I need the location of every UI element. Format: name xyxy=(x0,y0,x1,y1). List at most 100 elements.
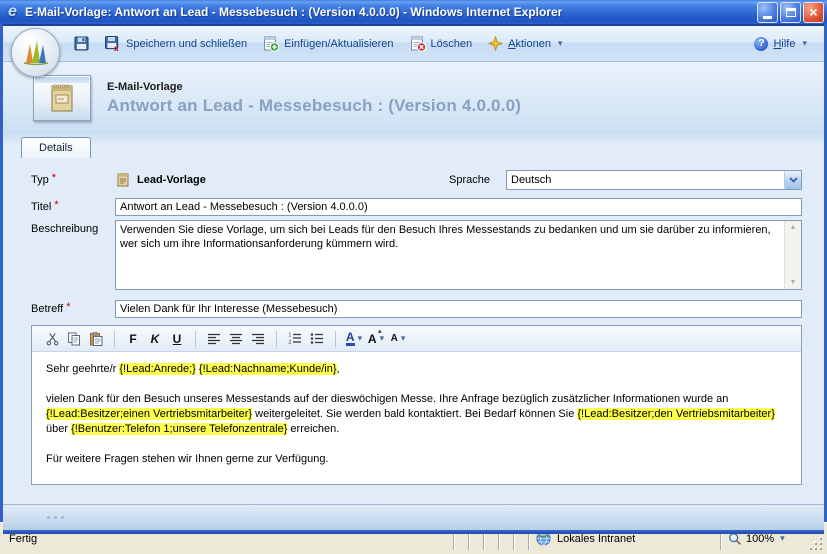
sprache-select[interactable]: Deutsch xyxy=(506,170,802,190)
email-body[interactable]: Sehr geehrte/r {!Lead:Anrede;} {!Lead:Na… xyxy=(32,352,801,484)
merge-field: {!Lead:Anrede;} xyxy=(119,363,195,375)
typ-label: Typ* xyxy=(31,174,115,186)
chevron-down-icon: ▾ xyxy=(358,333,363,344)
beschreibung-label: Beschreibung xyxy=(31,220,115,235)
betreff-row: Betreff* xyxy=(31,300,802,318)
save-and-close-button[interactable]: x Speichern und schließen xyxy=(100,33,252,54)
close-button[interactable]: × xyxy=(803,2,824,23)
window-controls: × xyxy=(757,2,824,23)
body-paragraph: vielen Dank für den Besuch unseres Messe… xyxy=(46,392,787,437)
betreff-label: Betreff* xyxy=(31,303,115,315)
betreff-input[interactable] xyxy=(115,300,802,318)
body-text: Sehr geehrte/r xyxy=(46,363,119,375)
record-title: Antwort an Lead - Messebesuch : (Version… xyxy=(107,96,521,116)
titel-label: Titel* xyxy=(31,201,115,213)
underline-button[interactable]: U xyxy=(167,329,187,349)
align-right-icon xyxy=(251,333,265,345)
sprache-dropdown-button[interactable] xyxy=(784,171,801,189)
insert-update-icon xyxy=(263,36,279,52)
copy-icon xyxy=(67,332,81,346)
align-left-button[interactable] xyxy=(204,329,224,349)
zone-label: Lokales Intranet xyxy=(557,533,635,545)
merge-field: {!Benutzer:Telefon 1;unsere Telefonzentr… xyxy=(71,423,287,435)
header-text: E-Mail-Vorlage Antwort an Lead - Messebe… xyxy=(107,81,521,116)
dynamics-logo-icon xyxy=(19,36,53,70)
cut-button[interactable] xyxy=(42,329,62,349)
entity-type-label: E-Mail-Vorlage xyxy=(107,81,521,93)
body-text: Für weitere Fragen stehen wir Ihnen gern… xyxy=(46,453,329,465)
email-body-editor: F K U xyxy=(31,325,802,485)
toolbar-separator xyxy=(195,331,196,347)
crm-logo xyxy=(11,28,60,77)
toolbar-separator xyxy=(114,331,115,347)
window-frame: x Speichern und schließen Einfügen/Aktua… xyxy=(0,24,827,522)
beschreibung-scrollbar[interactable]: ▲ ▼ xyxy=(784,221,801,289)
font-size-icon: A▴ xyxy=(368,332,377,346)
merge-field: {!Lead:Besitzer;einen Vertriebsmitarbeit… xyxy=(46,408,252,420)
maximize-button[interactable] xyxy=(780,2,801,23)
svg-text:x: x xyxy=(114,43,119,51)
typ-value: Lead-Vorlage xyxy=(115,172,206,188)
numbered-list-button[interactable]: 1 2 xyxy=(285,329,305,349)
paste-button[interactable] xyxy=(86,329,106,349)
window-frame-bottom xyxy=(3,530,824,534)
chevron-down-icon: ▾ xyxy=(380,333,385,344)
delete-icon xyxy=(410,36,426,52)
align-center-button[interactable] xyxy=(226,329,246,349)
tab-details[interactable]: Details xyxy=(21,137,91,158)
beschreibung-text: Verwenden Sie diese Vorlage, um sich bei… xyxy=(116,221,784,289)
lead-template-icon xyxy=(115,172,131,188)
titel-input[interactable] xyxy=(115,198,802,216)
body-text: weitergeleitet. Sie werden bald kontakti… xyxy=(252,408,577,420)
titlebar[interactable]: e E-Mail-Vorlage: Antwort an Lead - Mess… xyxy=(0,0,827,24)
merge-field: {!Lead:Nachname;Kunde/in} xyxy=(199,363,337,375)
scroll-down-icon[interactable]: ▼ xyxy=(790,276,797,289)
required-marker: * xyxy=(52,172,56,184)
chevron-down-icon xyxy=(789,177,798,183)
required-marker: * xyxy=(66,301,70,313)
italic-button[interactable]: K xyxy=(145,329,165,349)
minimize-icon xyxy=(763,16,772,19)
save-close-icon: x xyxy=(105,36,121,51)
font-size-button[interactable]: A▴ ▾ xyxy=(366,329,386,349)
scissors-icon xyxy=(46,332,59,346)
align-right-button[interactable] xyxy=(248,329,268,349)
svg-text:2: 2 xyxy=(289,340,292,345)
help-button[interactable]: ? Hilfe ▾ xyxy=(749,34,812,54)
font-color-icon: A xyxy=(346,331,355,346)
save-and-close-label: Speichern und schließen xyxy=(126,38,247,50)
actions-button[interactable]: Aktionen ▾ xyxy=(483,33,567,54)
font-button[interactable]: A ▾ xyxy=(388,329,408,349)
delete-button[interactable]: Löschen xyxy=(405,33,478,55)
actions-icon xyxy=(488,36,503,51)
minimize-button[interactable] xyxy=(757,2,778,23)
chevron-down-icon: ▾ xyxy=(780,533,785,544)
insert-update-button[interactable]: Einfügen/Aktualisieren xyxy=(258,33,398,55)
font-color-button[interactable]: A ▾ xyxy=(344,329,364,349)
copy-button[interactable] xyxy=(64,329,84,349)
ie-window: e E-Mail-Vorlage: Antwort an Lead - Mess… xyxy=(0,0,827,554)
body-text: vielen Dank für den Besuch unseres Messe… xyxy=(46,393,728,405)
form-footer xyxy=(3,504,824,530)
sprache-value: Deutsch xyxy=(507,174,784,186)
save-button[interactable] xyxy=(69,33,94,54)
bullet-list-icon xyxy=(310,332,324,345)
resize-grip-dots[interactable] xyxy=(47,516,50,519)
numbered-list-icon: 1 2 xyxy=(288,332,302,345)
body-text: , xyxy=(337,363,340,375)
bullet-list-button[interactable] xyxy=(307,329,327,349)
toolbar-separator xyxy=(335,331,336,347)
bold-button[interactable]: F xyxy=(123,329,143,349)
actions-label: Aktionen xyxy=(508,38,551,50)
editor-toolbar: F K U xyxy=(32,326,801,352)
help-icon: ? xyxy=(754,37,768,51)
typ-value-text: Lead-Vorlage xyxy=(137,174,206,186)
typ-row: Typ* Lead-Vorlage Sprache Deutsch xyxy=(31,170,802,190)
beschreibung-textarea[interactable]: Verwenden Sie diese Vorlage, um sich bei… xyxy=(115,220,802,290)
titel-row: Titel* xyxy=(31,198,802,216)
window-title: E-Mail-Vorlage: Antwort an Lead - Messeb… xyxy=(25,5,752,19)
window-resize-grip[interactable] xyxy=(808,523,825,554)
scroll-up-icon[interactable]: ▲ xyxy=(790,221,797,234)
body-paragraph: Sehr geehrte/r {!Lead:Anrede;} {!Lead:Na… xyxy=(46,362,787,377)
delete-label: Löschen xyxy=(431,38,473,50)
